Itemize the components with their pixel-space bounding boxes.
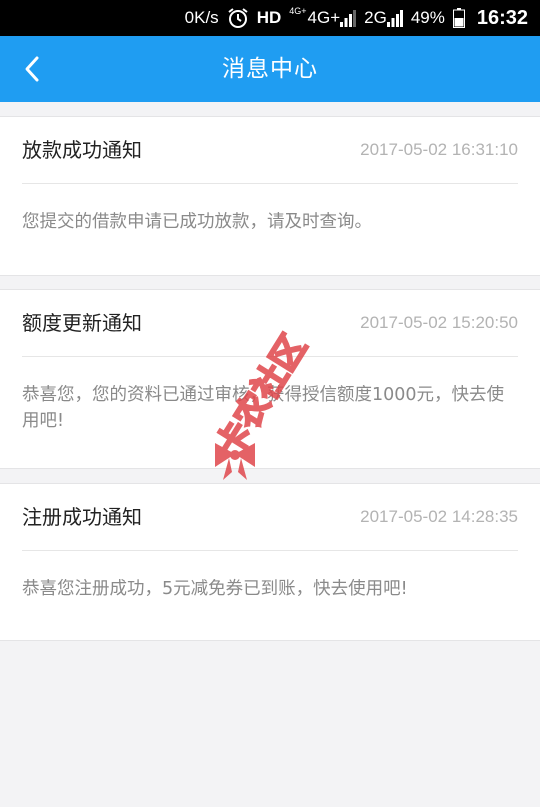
message-card-loan[interactable]: 放款成功通知 2017-05-02 16:31:10 您提交的借款申请已成功放款…	[0, 116, 540, 276]
message-body: 恭喜您，您的资料已通过审核，获得授信额度1000元，快去使用吧!	[22, 385, 505, 431]
message-header: 注册成功通知 2017-05-02 14:28:35	[22, 484, 518, 551]
message-header: 放款成功通知 2017-05-02 16:31:10	[22, 117, 518, 184]
battery-icon	[452, 8, 465, 28]
message-header: 额度更新通知 2017-05-02 15:20:50	[22, 290, 518, 357]
message-time: 2017-05-02 14:28:35	[360, 507, 518, 526]
message-title: 额度更新通知	[22, 311, 142, 335]
network-1-label: 4G+	[307, 8, 341, 27]
message-card-register[interactable]: 注册成功通知 2017-05-02 14:28:35 恭喜您注册成功，5元减免券…	[0, 483, 540, 641]
network-1: 4G+ 4G+	[289, 6, 357, 28]
network-2: 2G	[364, 8, 403, 28]
app-header: 消息中心	[0, 36, 540, 102]
message-card-credit[interactable]: 额度更新通知 2017-05-02 15:20:50 恭喜您，您的资料已通过审核…	[0, 289, 540, 469]
status-time: 16:32	[476, 6, 528, 29]
alarm-icon	[227, 7, 249, 29]
signal-icon	[340, 9, 357, 27]
status-bar: 0K/s HD 4G+ 4G+ 2G 49% 16:32	[0, 0, 540, 36]
page-title: 消息中心	[222, 56, 318, 82]
message-time: 2017-05-02 16:31:10	[360, 140, 518, 159]
message-body: 恭喜您注册成功，5元减免券已到账，快去使用吧!	[22, 579, 408, 599]
network-2-label: 2G	[364, 8, 387, 27]
message-title: 放款成功通知	[22, 138, 142, 162]
message-body: 您提交的借款申请已成功放款，请及时查询。	[22, 212, 372, 232]
network-1-sup: 4G+	[289, 6, 307, 16]
battery-percent: 49%	[410, 8, 445, 27]
signal-icon	[386, 9, 403, 27]
message-title: 注册成功通知	[22, 505, 142, 529]
message-time: 2017-05-02 15:20:50	[360, 313, 518, 332]
network-speed: 0K/s	[184, 8, 219, 27]
hd-label: HD	[256, 8, 282, 27]
